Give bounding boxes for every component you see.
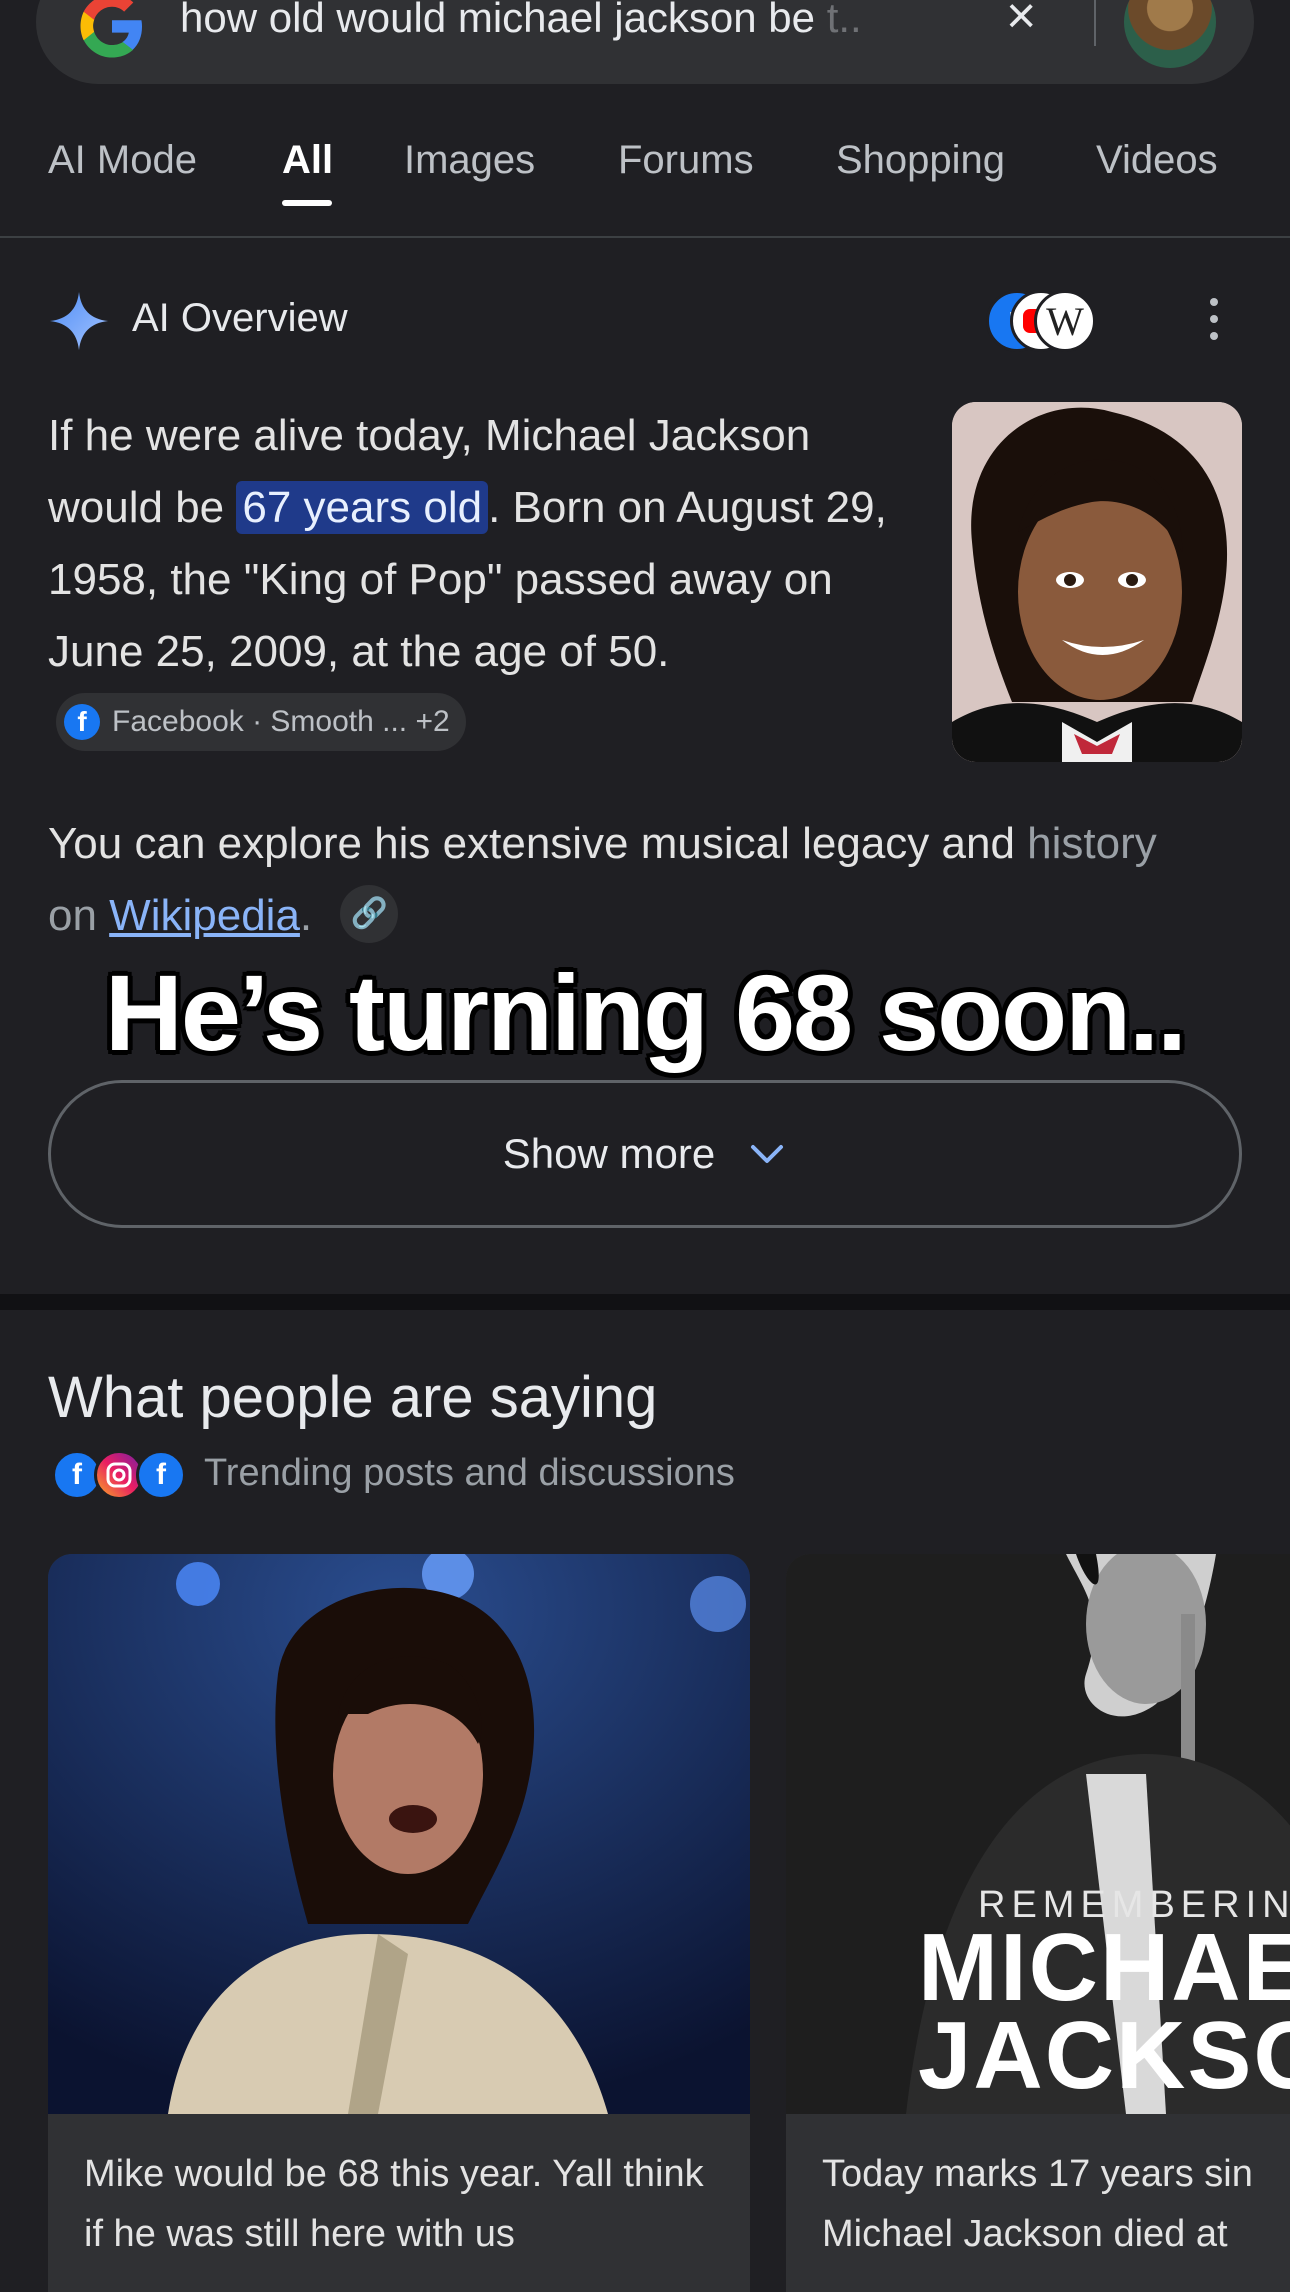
wikipedia-link[interactable]: Wikipedia (109, 891, 300, 940)
tab-images[interactable]: Images (404, 138, 535, 183)
post-image (48, 1554, 750, 2114)
account-avatar[interactable] (1124, 0, 1216, 68)
card-overlay-remembering: REMEMBERING (978, 1884, 1290, 1926)
more-options-icon[interactable] (1208, 298, 1220, 344)
ai-overview-title: AI Overview (132, 296, 348, 340)
ai-sparkle-icon (49, 291, 109, 351)
tab-forums[interactable]: Forums (618, 138, 754, 183)
show-more-label: Show more (502, 1130, 716, 1177)
source-chip-label: Facebook · Smooth ... +2 (112, 705, 450, 739)
clear-search-icon[interactable]: × (1006, 0, 1036, 42)
chevron-down-icon (751, 1145, 784, 1163)
ai-sources-button[interactable]: f W (986, 290, 1096, 354)
card-overlay-name: MICHAE JACKSO (918, 1924, 1290, 2100)
ai-overview-header: AI Overview f W (48, 290, 1248, 352)
overlay-caption: He’s turning 68 soon.. (104, 952, 1187, 1073)
search-divider (1094, 0, 1096, 46)
tab-ai-mode[interactable]: AI Mode (48, 138, 197, 183)
michael-jackson-portrait[interactable] (952, 402, 1242, 762)
people-source-icons: f f (52, 1450, 192, 1502)
people-section-subtitle: Trending posts and discussions (204, 1452, 735, 1494)
tab-videos[interactable]: Videos (1096, 138, 1218, 183)
people-section-title: What people are saying (48, 1365, 658, 1430)
google-logo-icon (80, 0, 142, 58)
show-more-button[interactable]: Show more (48, 1080, 1242, 1228)
answer-highlight: 67 years old (236, 481, 489, 534)
section-divider (0, 1294, 1290, 1310)
explore-text: You can explore his extensive musical le… (48, 808, 1208, 952)
tab-shopping[interactable]: Shopping (836, 138, 1005, 183)
post-text: Mike would be 68 this year. Yall think i… (84, 2153, 704, 2255)
ai-answer-text: If he were alive today, Michael Jackson … (48, 400, 928, 760)
active-tab-indicator (282, 200, 332, 206)
facebook-icon: f (136, 1450, 186, 1500)
source-chip[interactable]: f Facebook · Smooth ... +2 (56, 693, 466, 752)
link-icon[interactable]: 🔗 (340, 885, 399, 944)
search-tabs: AI Mode All Images Forums Shopping Video… (0, 132, 1290, 238)
post-card[interactable]: Mike would be 68 this year. Yall think i… (48, 1554, 750, 2292)
facebook-icon: f (64, 704, 100, 741)
tab-all[interactable]: All (282, 138, 333, 183)
search-bar[interactable]: how old would michael jackson be t.. × (36, 0, 1254, 84)
wikipedia-icon: W (1034, 290, 1096, 352)
post-text: Today marks 17 years sin Michael Jackson… (822, 2153, 1253, 2255)
search-input[interactable]: how old would michael jackson be t.. (180, 0, 1000, 42)
